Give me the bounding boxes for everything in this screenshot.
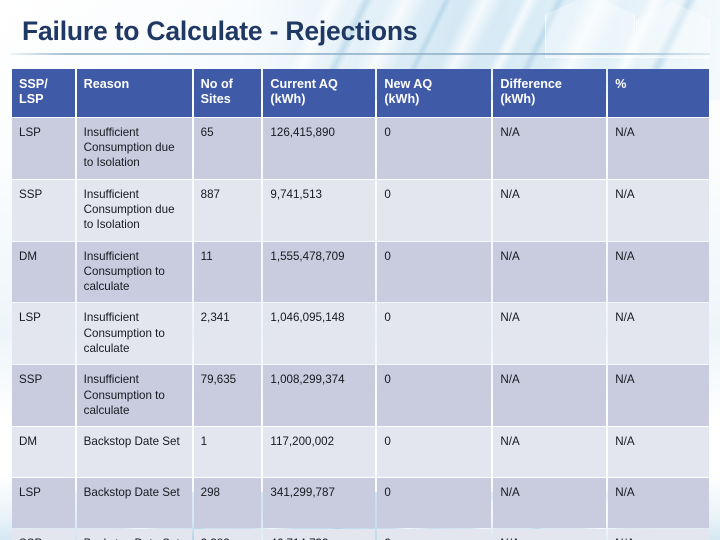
cell-difference: N/A: [493, 365, 607, 427]
house-shape-icon: [545, 0, 635, 58]
cell-no-of-sites: 79,635: [193, 365, 262, 427]
title-divider: [10, 53, 710, 55]
column-header-line1: Reason: [83, 77, 130, 91]
column-header-difference: Difference (kWh): [493, 69, 607, 117]
rejections-table-container: SSP/ LSP Reason No of Sites Current AQ (…: [10, 68, 711, 540]
cell-ssp-lsp: SSP: [12, 365, 75, 427]
cell-current-aq: 1,008,299,374: [263, 365, 376, 427]
column-header-line1: %: [615, 77, 627, 91]
cell-reason: Insufficient Consumption to calculate: [76, 303, 192, 365]
table-row: SSP Backstop Date Set 2,382 46,714,733 0…: [12, 529, 709, 540]
cell-difference: N/A: [493, 241, 607, 303]
column-header-line1: No of: [200, 77, 233, 91]
table-header-row: SSP/ LSP Reason No of Sites Current AQ (…: [12, 69, 709, 117]
cell-no-of-sites: 65: [193, 117, 262, 179]
cell-ssp-lsp: SSP: [12, 179, 75, 241]
cell-ssp-lsp: DM: [12, 427, 75, 478]
cell-no-of-sites: 2,382: [193, 529, 262, 540]
cell-percent: N/A: [608, 117, 709, 179]
column-header-line2: LSP: [19, 92, 44, 107]
cell-percent: N/A: [608, 179, 709, 241]
cell-current-aq: 46,714,733: [263, 529, 376, 540]
cell-reason: Insufficient Consumption to calculate: [76, 365, 192, 427]
cell-reason: Insufficient Consumption due to Isolatio…: [76, 117, 192, 179]
column-header-line2: (kWh): [500, 92, 536, 107]
cell-difference: N/A: [493, 179, 607, 241]
cell-current-aq: 9,741,513: [263, 179, 376, 241]
cell-no-of-sites: 887: [193, 179, 262, 241]
column-header-ssp-lsp: SSP/ LSP: [12, 69, 75, 117]
cell-percent: N/A: [608, 478, 709, 529]
house-shape-icon: [636, 2, 710, 58]
cell-difference: N/A: [493, 478, 607, 529]
table-row: LSP Insufficient Consumption due to Isol…: [12, 117, 709, 179]
cell-no-of-sites: 298: [193, 478, 262, 529]
cell-ssp-lsp: DM: [12, 241, 75, 303]
page-title: Failure to Calculate - Rejections: [22, 16, 418, 46]
column-header-line1: New AQ: [384, 77, 433, 91]
cell-percent: N/A: [608, 529, 709, 540]
cell-difference: N/A: [493, 117, 607, 179]
cell-percent: N/A: [608, 241, 709, 303]
cell-difference: N/A: [493, 303, 607, 365]
cell-ssp-lsp: LSP: [12, 303, 75, 365]
cell-current-aq: 1,555,478,709: [263, 241, 376, 303]
cell-new-aq: 0: [377, 365, 492, 427]
cell-new-aq: 0: [377, 427, 492, 478]
cell-reason: Backstop Date Set: [76, 427, 192, 478]
table-row: LSP Insufficient Consumption to calculat…: [12, 303, 709, 365]
cell-difference: N/A: [493, 427, 607, 478]
cell-ssp-lsp: LSP: [12, 117, 75, 179]
cell-new-aq: 0: [377, 117, 492, 179]
cell-no-of-sites: 11: [193, 241, 262, 303]
column-header-line2: (kWh): [384, 92, 420, 107]
cell-current-aq: 126,415,890: [263, 117, 376, 179]
rejections-table: SSP/ LSP Reason No of Sites Current AQ (…: [10, 68, 711, 540]
cell-percent: N/A: [608, 303, 709, 365]
column-header-no-of-sites: No of Sites: [193, 69, 262, 117]
cell-current-aq: 1,046,095,148: [263, 303, 376, 365]
cell-no-of-sites: 2,341: [193, 303, 262, 365]
column-header-percent: %: [608, 69, 709, 117]
column-header-line1: Current AQ: [270, 77, 338, 91]
column-header-current-aq: Current AQ (kWh): [263, 69, 376, 117]
cell-current-aq: 117,200,002: [263, 427, 376, 478]
table-row: DM Insufficient Consumption to calculate…: [12, 241, 709, 303]
table-row: DM Backstop Date Set 1 117,200,002 0 N/A…: [12, 427, 709, 478]
cell-current-aq: 341,299,787: [263, 478, 376, 529]
cell-percent: N/A: [608, 365, 709, 427]
table-row: SSP Insufficient Consumption due to Isol…: [12, 179, 709, 241]
cell-reason: Insufficient Consumption due to Isolatio…: [76, 179, 192, 241]
cell-new-aq: 0: [377, 529, 492, 540]
cell-new-aq: 0: [377, 179, 492, 241]
cell-reason: Insufficient Consumption to calculate: [76, 241, 192, 303]
cell-percent: N/A: [608, 427, 709, 478]
cell-no-of-sites: 1: [193, 427, 262, 478]
cell-ssp-lsp: LSP: [12, 478, 75, 529]
table-row: SSP Insufficient Consumption to calculat…: [12, 365, 709, 427]
cell-new-aq: 0: [377, 241, 492, 303]
cell-new-aq: 0: [377, 303, 492, 365]
column-header-new-aq: New AQ (kWh): [377, 69, 492, 117]
column-header-line1: SSP/: [19, 77, 48, 91]
table-row: LSP Backstop Date Set 298 341,299,787 0 …: [12, 478, 709, 529]
cell-ssp-lsp: SSP: [12, 529, 75, 540]
table-body: LSP Insufficient Consumption due to Isol…: [12, 117, 709, 540]
cell-reason: Backstop Date Set: [76, 478, 192, 529]
cell-new-aq: 0: [377, 478, 492, 529]
cell-difference: N/A: [493, 529, 607, 540]
column-header-line1: Difference: [500, 77, 562, 91]
column-header-line2: (kWh): [270, 92, 306, 107]
slide: Failure to Calculate - Rejections SSP/ L…: [0, 0, 720, 540]
cell-reason: Backstop Date Set: [76, 529, 192, 540]
column-header-reason: Reason: [76, 69, 192, 117]
column-header-line2: Sites: [200, 92, 231, 107]
